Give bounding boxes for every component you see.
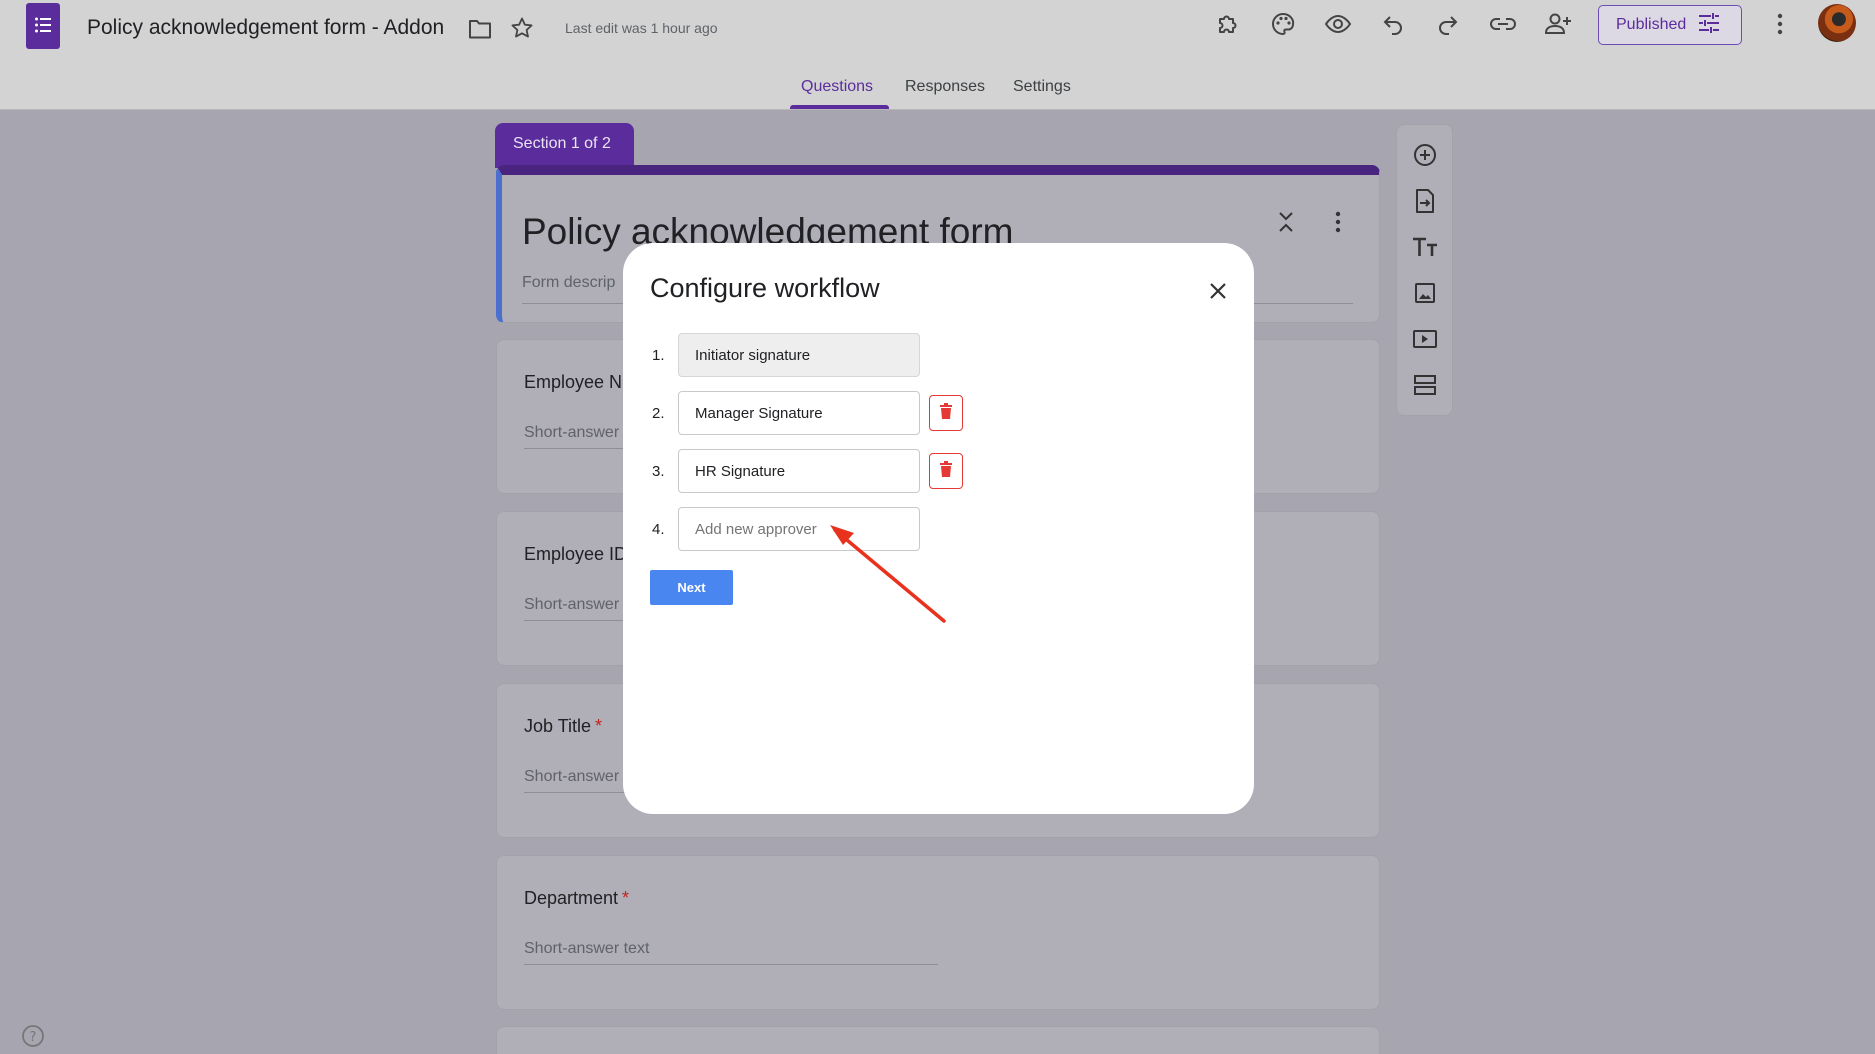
question-label: Employee N <box>524 372 623 392</box>
trash-icon <box>939 460 953 482</box>
question-label: Department * <box>524 888 629 909</box>
question-label: Employee ID <box>524 544 628 564</box>
approver-field-hr[interactable] <box>678 449 920 493</box>
dialog-title: Configure workflow <box>650 273 880 303</box>
add-image-icon[interactable] <box>1410 278 1440 308</box>
svg-text:?: ? <box>30 1030 37 1045</box>
question-label: Job Title * <box>524 716 602 737</box>
floating-toolbar <box>1396 124 1453 416</box>
more-vert-icon[interactable] <box>1762 6 1798 42</box>
collapse-section-icon[interactable] <box>1278 211 1294 238</box>
tab-questions[interactable]: Questions <box>801 78 873 96</box>
app-header: Policy acknowledgement form - Addon Last… <box>0 0 1875 110</box>
required-marker: * <box>622 888 630 908</box>
add-collaborator-icon[interactable] <box>1540 6 1576 42</box>
delete-approver-button[interactable] <box>929 395 963 431</box>
active-tab-indicator <box>790 105 889 109</box>
required-marker: * <box>595 716 603 736</box>
tab-responses[interactable]: Responses <box>905 78 985 96</box>
publish-settings-icon <box>1698 12 1720 38</box>
approver-field-manager[interactable] <box>678 391 920 435</box>
star-icon[interactable] <box>504 10 540 46</box>
answer-underline <box>524 964 938 965</box>
published-label: Published <box>1616 16 1687 33</box>
next-button[interactable]: Next <box>650 570 733 605</box>
help-icon[interactable]: ? <box>21 1024 45 1048</box>
short-answer-field: Short-answer <box>524 424 620 441</box>
short-answer-field: Short-answer <box>524 768 620 785</box>
close-icon[interactable] <box>1203 276 1233 306</box>
add-question-icon[interactable] <box>1410 140 1440 170</box>
question-title: Department <box>524 888 619 908</box>
import-questions-icon[interactable] <box>1410 186 1440 216</box>
published-button[interactable]: Published <box>1598 5 1742 45</box>
tab-settings[interactable]: Settings <box>1013 78 1071 96</box>
add-section-icon[interactable] <box>1410 370 1440 400</box>
palette-icon[interactable] <box>1265 6 1301 42</box>
preview-icon[interactable] <box>1320 6 1356 42</box>
step-number: 3. <box>652 463 665 480</box>
undo-icon[interactable] <box>1375 6 1411 42</box>
step-number: 4. <box>652 521 665 538</box>
folder-icon[interactable] <box>462 11 498 47</box>
approver-field-initiator[interactable] <box>678 333 920 377</box>
delete-approver-button[interactable] <box>929 453 963 489</box>
step-number: 1. <box>652 347 665 364</box>
short-answer-field: Short-answer <box>524 596 620 613</box>
forms-logo-icon[interactable] <box>26 3 60 49</box>
addon-icon[interactable] <box>1210 6 1246 42</box>
document-title[interactable]: Policy acknowledgement form - Addon <box>87 16 444 40</box>
form-description-field[interactable]: Form descrip <box>522 274 615 292</box>
step-number: 2. <box>652 405 665 422</box>
link-icon[interactable] <box>1485 6 1521 42</box>
question-card[interactable]: Department * Short-answer text <box>496 855 1380 1010</box>
add-title-icon[interactable] <box>1410 232 1440 262</box>
section-indicator: Section 1 of 2 <box>495 123 634 168</box>
redo-icon[interactable] <box>1430 6 1466 42</box>
annotation-arrow-icon <box>830 525 946 623</box>
short-answer-field: Short-answer text <box>524 940 650 957</box>
trash-icon <box>939 402 953 424</box>
last-edit-status[interactable]: Last edit was 1 hour ago <box>565 20 718 36</box>
question-title: Job Title <box>524 716 592 736</box>
add-video-icon[interactable] <box>1410 324 1440 354</box>
section-more-icon[interactable] <box>1335 211 1341 238</box>
question-card[interactable] <box>496 1026 1380 1054</box>
user-avatar[interactable] <box>1818 4 1856 42</box>
